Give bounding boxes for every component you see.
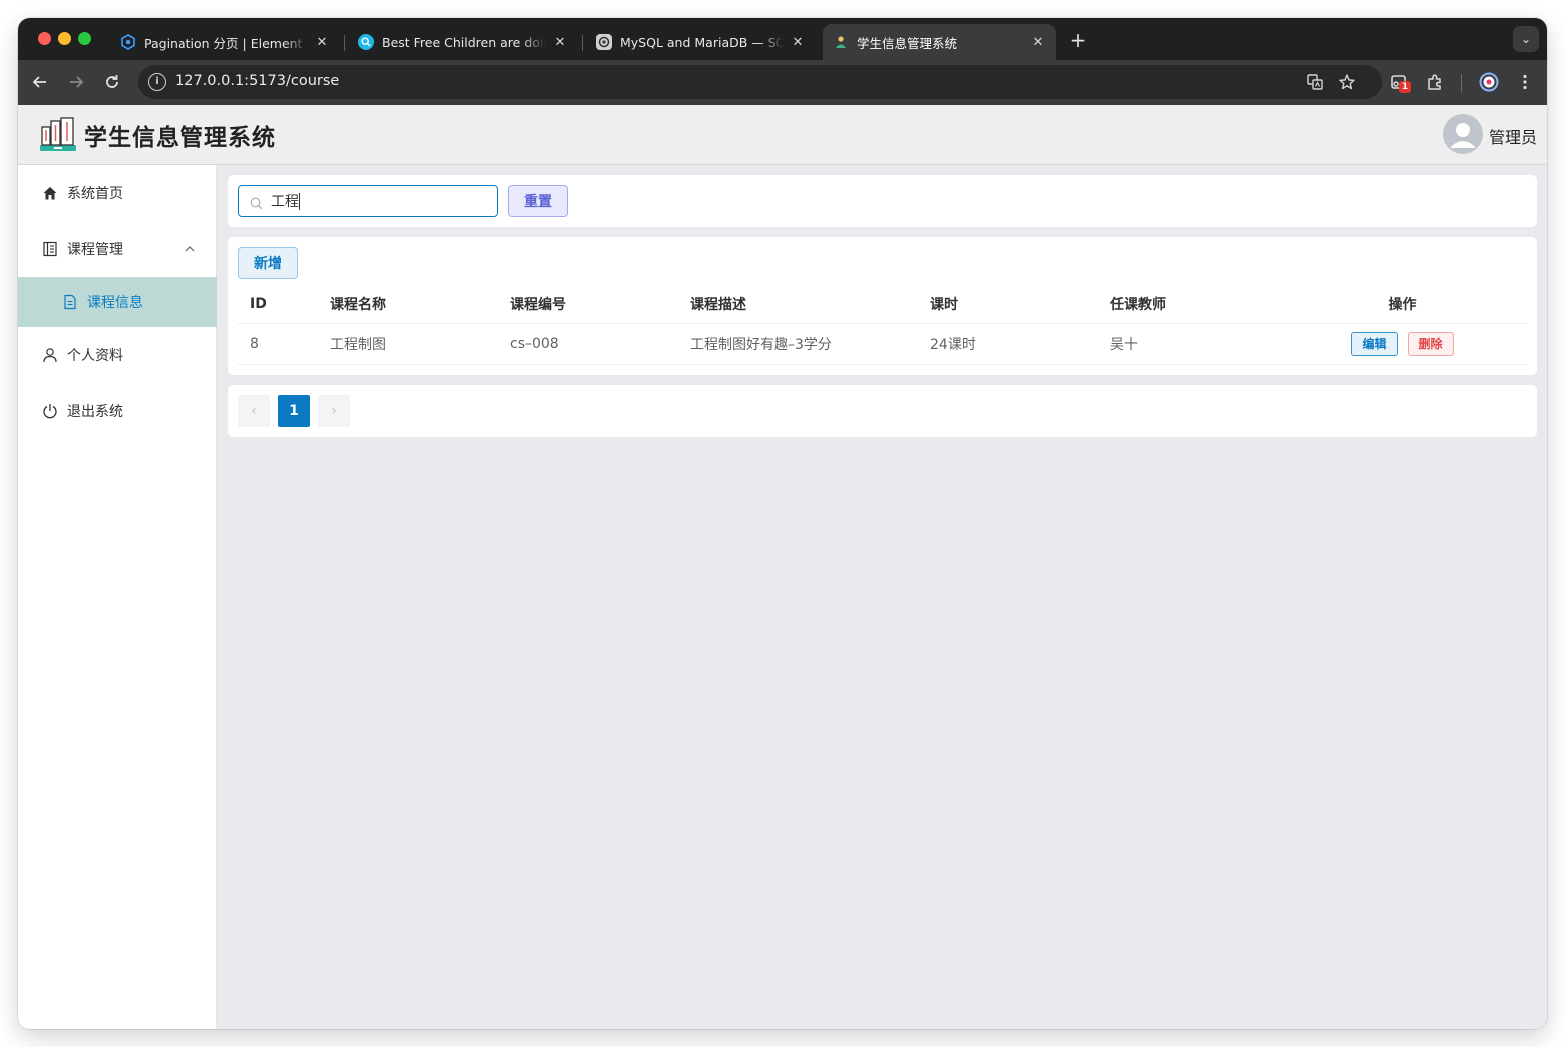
browser-window: Pagination 分页 | Element Plus ✕ Best Free…: [18, 18, 1547, 1029]
sidebar-item-logout[interactable]: 退出系统: [18, 383, 217, 439]
bookmark-star-icon[interactable]: [1338, 73, 1356, 91]
sidebar-item-home[interactable]: 系统首页: [18, 165, 217, 221]
toolbar-divider: [1461, 74, 1462, 92]
table-card: 新增 ID 课程名称 课程编号 课程描述 课时 任课教师 操作 8 工程制图 c…: [228, 237, 1537, 375]
close-tab-icon[interactable]: ✕: [1030, 35, 1046, 50]
home-icon: [42, 185, 58, 201]
element-plus-logo-icon: [120, 34, 136, 50]
cell-desc: 工程制图好有趣–3学分: [678, 323, 918, 365]
next-page-button[interactable]: ›: [318, 395, 350, 427]
cell-hours: 24课时: [918, 323, 1098, 365]
forward-arrow-icon[interactable]: [65, 71, 87, 93]
search-card: 重置: [228, 175, 1537, 227]
user-avatar[interactable]: [1443, 114, 1483, 154]
chevron-up-icon: [185, 242, 195, 252]
extensions-puzzle-icon[interactable]: [1425, 72, 1445, 92]
search-icon: [250, 195, 263, 214]
table-row: 8 工程制图 cs–008 工程制图好有趣–3学分 24课时 吴十 编辑 删除: [238, 323, 1527, 365]
maximize-window-button[interactable]: [78, 32, 91, 45]
search-input[interactable]: [271, 190, 491, 212]
tab-strip: Pagination 分页 | Element Plus ✕ Best Free…: [18, 18, 1547, 60]
column-header-name: 课程名称: [318, 285, 498, 324]
tab-title: Best Free Children are doing ...: [382, 34, 546, 50]
sidebar-item-course-management[interactable]: 课程管理: [18, 221, 217, 277]
app-header: 学生信息管理系统 管理员: [18, 105, 1547, 165]
minimize-window-button[interactable]: [58, 32, 71, 45]
back-arrow-icon[interactable]: [29, 71, 51, 93]
browser-tab-element-plus[interactable]: Pagination 分页 | Element Plus ✕: [110, 24, 340, 60]
browser-tab-sqlalchemy[interactable]: MySQL and MariaDB — SQLAlchemy ✕: [586, 24, 816, 60]
sidebar-item-label: 课程管理: [67, 242, 123, 258]
column-header-id: ID: [238, 285, 318, 324]
extension-screenshot-icon[interactable]: 1: [1389, 72, 1411, 93]
books-logo-icon: [38, 115, 78, 155]
power-icon: [42, 403, 58, 419]
browser-menu-icon[interactable]: [1515, 72, 1535, 92]
reset-button[interactable]: 重置: [508, 185, 568, 217]
tab-title: Pagination 分页 | Element Plus: [144, 35, 308, 51]
text-caret: [299, 193, 300, 210]
close-window-button[interactable]: [38, 32, 51, 45]
search-field[interactable]: [238, 185, 498, 217]
cell-actions: 编辑 删除: [1278, 323, 1527, 365]
close-tab-icon[interactable]: ✕: [552, 35, 568, 50]
tab-search-chevron-down-icon[interactable]: ⌄: [1513, 26, 1539, 52]
reload-icon[interactable]: [101, 71, 123, 93]
cell-name: 工程制图: [318, 323, 498, 365]
sidebar-item-label: 系统首页: [67, 186, 123, 202]
column-header-code: 课程编号: [498, 285, 678, 324]
extension-badge: 1: [1399, 81, 1411, 93]
sidebar-item-course-info[interactable]: 课程信息: [18, 277, 217, 327]
cell-teacher: 吴十: [1098, 323, 1278, 365]
browser-toolbar: i 127.0.0.1:5173/course 1: [18, 60, 1547, 105]
edit-button[interactable]: 编辑: [1351, 331, 1398, 356]
browser-tab-search[interactable]: Best Free Children are doing ... ✕: [348, 24, 578, 60]
tab-title: 学生信息管理系统: [857, 35, 958, 51]
app-root: 学生信息管理系统 管理员 系统首页 课程管理 课程信息 个人资料 退出系统 工程…: [18, 105, 1547, 1029]
sidebar-item-label: 课程信息: [87, 295, 143, 311]
delete-button[interactable]: 删除: [1407, 331, 1454, 356]
student-icon: [833, 34, 849, 50]
user-icon: [42, 347, 58, 363]
pagination-card: ‹ 1 ›: [228, 385, 1537, 437]
user-name[interactable]: 管理员: [1489, 124, 1537, 148]
document-icon: [42, 241, 58, 257]
tab-separator: [582, 35, 583, 51]
column-header-hours: 课时: [918, 285, 1098, 324]
close-tab-icon[interactable]: ✕: [314, 35, 330, 50]
course-table: ID 课程名称 课程编号 课程描述 课时 任课教师 操作 8 工程制图 cs–0…: [238, 285, 1527, 365]
browser-tab-student-system[interactable]: 学生信息管理系统 ✕: [823, 24, 1056, 60]
site-info-icon[interactable]: i: [148, 73, 166, 91]
url-text: 127.0.0.1:5173/course: [175, 73, 340, 89]
close-tab-icon[interactable]: ✕: [790, 35, 806, 50]
profile-avatar-icon[interactable]: [1479, 72, 1499, 92]
sidebar-item-label: 个人资料: [67, 348, 123, 364]
sidebar-item-label: 退出系统: [67, 404, 123, 420]
column-header-actions: 操作: [1278, 285, 1527, 324]
cell-code: cs–008: [498, 323, 678, 365]
sidebar-menu: 系统首页 课程管理 课程信息 个人资料 退出系统: [18, 165, 217, 1029]
sidebar-item-profile[interactable]: 个人资料: [18, 327, 217, 383]
file-icon: [62, 294, 78, 310]
column-header-teacher: 任课教师: [1098, 285, 1278, 324]
prev-page-button[interactable]: ‹: [238, 395, 270, 427]
translate-icon[interactable]: [1306, 73, 1324, 91]
avatar-person-icon: [1450, 123, 1476, 148]
search-globe-icon: [358, 34, 374, 50]
new-tab-button[interactable]: +: [1066, 28, 1090, 52]
tab-title: MySQL and MariaDB — SQLAlchemy: [620, 34, 784, 50]
cell-id: 8: [238, 323, 318, 365]
page-number-button[interactable]: 1: [278, 395, 310, 427]
app-title: 学生信息管理系统: [84, 125, 276, 151]
column-header-desc: 课程描述: [678, 285, 918, 324]
address-bar[interactable]: i 127.0.0.1:5173/course: [138, 65, 1382, 99]
sqlalchemy-logo-icon: [596, 34, 612, 50]
table-header-row: ID 课程名称 课程编号 课程描述 课时 任课教师 操作: [238, 285, 1527, 324]
tab-separator: [344, 35, 345, 51]
add-button[interactable]: 新增: [238, 247, 298, 279]
